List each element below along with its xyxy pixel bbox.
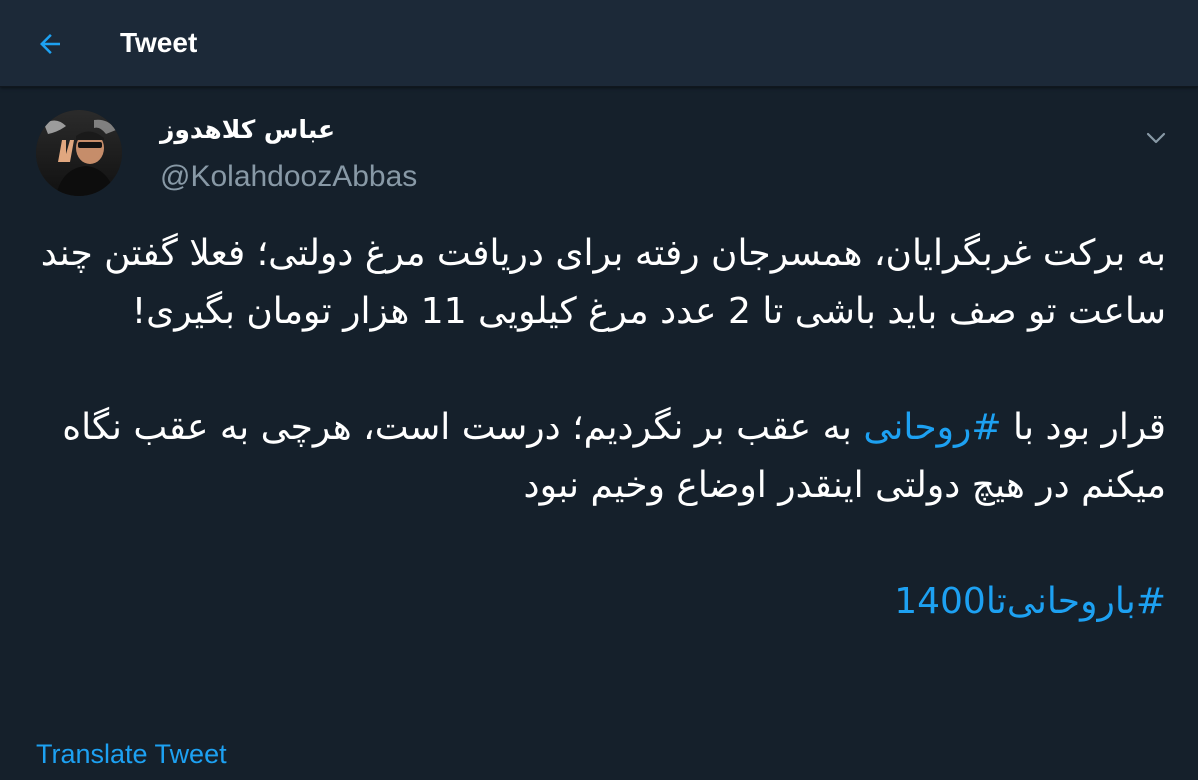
author-handle[interactable]: @KolahdoozAbbas <box>160 158 417 196</box>
tweet-menu-button[interactable] <box>1140 124 1172 152</box>
hashtag-link-rouhani[interactable]: #روحانی <box>863 407 1001 448</box>
translate-tweet-link[interactable]: Translate Tweet <box>36 736 227 772</box>
tweet-text: به برکت غربگرایان، همسرجان رفته برای دری… <box>34 225 1166 631</box>
top-app-bar: Tweet <box>0 0 1198 87</box>
page-title: Tweet <box>120 27 198 58</box>
hashtag-link-1400[interactable]: #باروحانی‌تا1400 <box>894 581 1166 622</box>
tweet-paragraph-2: قرار بود با #روحانی به عقب بر نگردیم؛ در… <box>34 399 1166 515</box>
tweet-paragraph-1: به برکت غربگرایان، همسرجان رفته برای دری… <box>40 233 1166 332</box>
avatar-image <box>36 110 122 196</box>
back-button[interactable] <box>28 22 72 66</box>
tweet-paragraph-3: #باروحانی‌تا1400 <box>34 573 1166 631</box>
author-display-name[interactable]: عباس کلاهدوز <box>160 112 335 148</box>
chevron-down-icon <box>1146 132 1166 144</box>
paragraph-2-before: قرار بود با <box>1001 407 1166 448</box>
avatar[interactable] <box>36 110 122 196</box>
arrow-left-icon <box>40 34 60 54</box>
